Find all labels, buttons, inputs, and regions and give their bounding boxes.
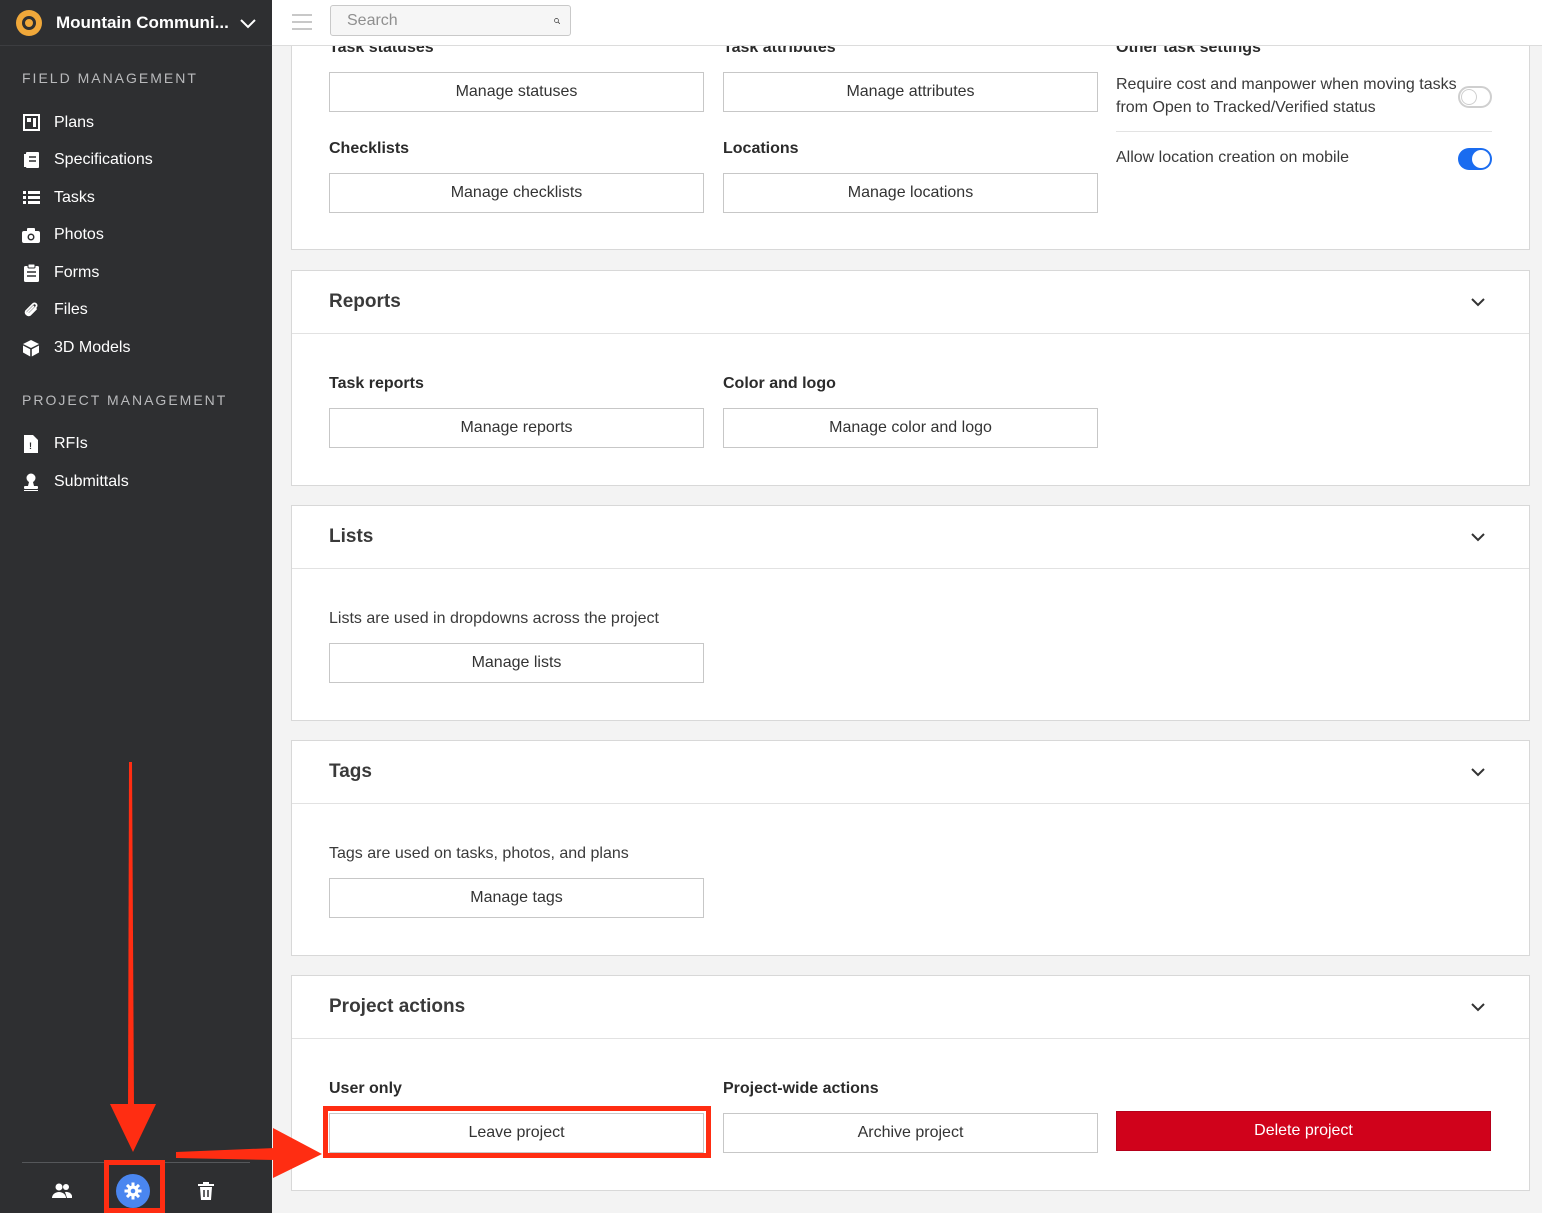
sidebar-item-3d-models[interactable]: 3D Models bbox=[0, 329, 272, 367]
people-button[interactable] bbox=[44, 1173, 80, 1209]
card-title: Lists bbox=[329, 526, 374, 547]
tags-card: Tags Tags are used on tasks, photos, and… bbox=[291, 740, 1530, 956]
chevron-down-icon[interactable] bbox=[1470, 764, 1486, 780]
lists-card-header[interactable]: Lists bbox=[292, 506, 1529, 569]
sidebar-item-plans[interactable]: Plans bbox=[0, 104, 272, 142]
project-actions-card-header[interactable]: Project actions bbox=[292, 976, 1529, 1039]
hamburger-menu-icon[interactable] bbox=[292, 14, 312, 30]
lists-description: Lists are used in dropdowns across the p… bbox=[329, 610, 659, 627]
require-cost-toggle[interactable] bbox=[1458, 86, 1492, 108]
reports-card: Reports Task reports Manage reports Colo… bbox=[291, 270, 1530, 486]
chevron-down-icon[interactable] bbox=[1470, 999, 1486, 1015]
clipboard-icon bbox=[22, 263, 40, 282]
sidebar-item-label: Forms bbox=[54, 263, 100, 281]
setting-text-line: Require cost and manpower when moving ta… bbox=[1116, 76, 1457, 93]
sidebar: Mountain Communi... FIELD MANAGEMENT Pla… bbox=[0, 0, 272, 1213]
allow-location-toggle[interactable] bbox=[1458, 148, 1492, 170]
plans-icon bbox=[22, 114, 40, 132]
card-title: Reports bbox=[329, 291, 401, 312]
lists-card: Lists Lists are used in dropdowns across… bbox=[291, 505, 1530, 721]
submittals-stamp-icon bbox=[22, 473, 40, 491]
chevron-down-icon[interactable] bbox=[1470, 529, 1486, 545]
chevron-down-icon[interactable] bbox=[1470, 294, 1486, 310]
sidebar-item-label: Files bbox=[54, 301, 88, 319]
svg-text:!: ! bbox=[29, 441, 32, 451]
require-cost-setting-text: Require cost and manpower when moving ta… bbox=[1116, 73, 1457, 119]
delete-project-button[interactable]: Delete project bbox=[1116, 1111, 1491, 1151]
project-switcher[interactable]: Mountain Communi... bbox=[0, 0, 272, 46]
manage-attributes-button[interactable]: Manage attributes bbox=[723, 72, 1098, 112]
manage-reports-button[interactable]: Manage reports bbox=[329, 408, 704, 448]
settings-divider bbox=[1116, 131, 1492, 132]
sidebar-item-tasks[interactable]: Tasks bbox=[0, 179, 272, 217]
project-name: Mountain Communi... bbox=[56, 12, 229, 32]
task-reports-label: Task reports bbox=[329, 375, 424, 392]
project-logo-icon bbox=[16, 9, 42, 36]
sidebar-item-files[interactable]: Files bbox=[0, 292, 272, 330]
settings-button-highlight bbox=[104, 1160, 165, 1213]
manage-color-logo-button[interactable]: Manage color and logo bbox=[723, 408, 1098, 448]
chevron-down-icon[interactable] bbox=[240, 15, 256, 31]
manage-tags-button[interactable]: Manage tags bbox=[329, 878, 704, 918]
setting-text-line: from Open to Tracked/Verified status bbox=[1116, 99, 1376, 116]
task-attributes-label: Task attributes bbox=[723, 46, 836, 56]
people-icon bbox=[52, 1183, 72, 1198]
allow-location-setting-text: Allow location creation on mobile bbox=[1116, 149, 1350, 166]
archive-project-button[interactable]: Archive project bbox=[723, 1113, 1098, 1153]
tasks-icon bbox=[22, 189, 40, 207]
sidebar-item-label: Photos bbox=[54, 226, 104, 244]
sidebar-item-label: 3D Models bbox=[54, 338, 131, 356]
checklists-label: Checklists bbox=[329, 140, 410, 157]
sidebar-item-forms[interactable]: Forms bbox=[0, 254, 272, 292]
search-input[interactable] bbox=[347, 11, 554, 30]
manage-locations-button[interactable]: Manage locations bbox=[723, 173, 1098, 213]
search-icon[interactable] bbox=[554, 12, 560, 30]
trash-icon bbox=[198, 1182, 214, 1200]
card-title: Tags bbox=[329, 761, 372, 782]
section-label-field-management: FIELD MANAGEMENT bbox=[22, 70, 198, 86]
camera-icon bbox=[22, 226, 40, 244]
manage-statuses-button[interactable]: Manage statuses bbox=[329, 72, 704, 112]
cube-icon bbox=[22, 339, 40, 357]
reports-card-header[interactable]: Reports bbox=[292, 271, 1529, 334]
sidebar-item-label: Specifications bbox=[54, 151, 153, 169]
sidebar-item-specifications[interactable]: Specifications bbox=[0, 142, 272, 180]
project-actions-card: Project actions User only Leave project … bbox=[291, 975, 1530, 1191]
topbar bbox=[272, 0, 1542, 46]
manage-lists-button[interactable]: Manage lists bbox=[329, 643, 704, 683]
paperclip-icon bbox=[22, 301, 40, 319]
tasks-settings-card: Task statuses Manage statuses Task attri… bbox=[291, 46, 1530, 250]
trash-button[interactable] bbox=[188, 1173, 224, 1209]
sidebar-item-label: Tasks bbox=[54, 188, 95, 206]
tags-card-header[interactable]: Tags bbox=[292, 741, 1529, 804]
task-statuses-label: Task statuses bbox=[329, 46, 434, 56]
sidebar-item-photos[interactable]: Photos bbox=[0, 217, 272, 255]
sidebar-item-label: Plans bbox=[54, 113, 95, 131]
specifications-icon bbox=[22, 151, 40, 169]
card-title: Project actions bbox=[329, 996, 466, 1017]
tags-description: Tags are used on tasks, photos, and plan… bbox=[329, 845, 629, 862]
section-label-project-management: PROJECT MANAGEMENT bbox=[22, 391, 228, 408]
sidebar-item-rfis[interactable]: ! RFIs bbox=[0, 426, 272, 464]
sidebar-item-label: RFIs bbox=[54, 435, 88, 453]
project-wide-actions-label: Project-wide actions bbox=[723, 1080, 879, 1097]
sidebar-item-label: Submittals bbox=[54, 472, 129, 490]
sidebar-item-submittals[interactable]: Submittals bbox=[0, 463, 272, 501]
search-box[interactable] bbox=[330, 5, 571, 36]
main-content: Task statuses Manage statuses Task attri… bbox=[272, 46, 1542, 1213]
color-and-logo-label: Color and logo bbox=[723, 375, 836, 392]
leave-project-highlight bbox=[323, 1106, 711, 1158]
manage-checklists-button[interactable]: Manage checklists bbox=[329, 173, 704, 213]
user-only-label: User only bbox=[329, 1080, 402, 1097]
rfi-document-icon: ! bbox=[22, 435, 40, 454]
other-task-settings-label: Other task settings bbox=[1116, 46, 1261, 56]
locations-label: Locations bbox=[723, 140, 799, 157]
